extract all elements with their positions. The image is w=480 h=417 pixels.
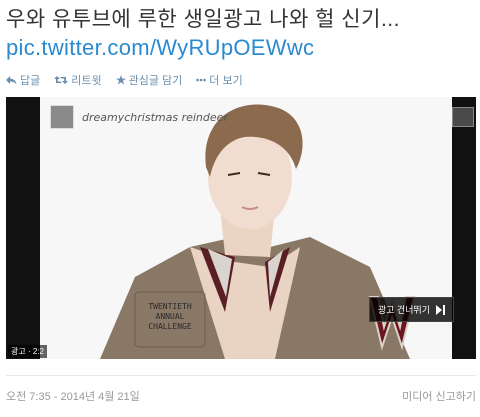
tweet-actions: 답글 리트윗 관심글 담기 더 보기 (6, 72, 243, 88)
more-button[interactable]: 더 보기 (196, 72, 243, 88)
skip-ad-button[interactable]: 광고 건너뛰기 (368, 297, 454, 322)
svg-text:TWENTIETH: TWENTIETH (148, 302, 192, 311)
reply-button[interactable]: 답글 (6, 72, 40, 88)
corner-thumbnail[interactable] (452, 107, 474, 127)
svg-text:CHALLENGE: CHALLENGE (148, 322, 192, 331)
channel-avatar[interactable] (50, 105, 74, 129)
retweet-icon (54, 75, 69, 85)
channel-header[interactable]: dreamychristmas reindeer (50, 105, 228, 129)
svg-text:ANNUAL: ANNUAL (156, 312, 185, 321)
skip-icon (436, 304, 445, 315)
more-icon (196, 78, 207, 82)
tweet-body: 우와 유투브에 루한 생일광고 나와 헐 신기... (6, 8, 400, 31)
report-media-link[interactable]: 미디어 신고하기 (402, 388, 476, 404)
timestamp[interactable]: 오전 7:35 - 2014년 4월 21일 (6, 388, 140, 404)
media-player[interactable]: TWENTIETH ANNUAL CHALLENGE dreamychristm… (6, 97, 476, 359)
reply-label: 답글 (20, 75, 41, 87)
ad-tag: 광고 · 2:2 (8, 345, 47, 358)
channel-name[interactable]: dreamychristmas reindeer (82, 111, 228, 124)
retweet-button[interactable]: 리트윗 (54, 72, 102, 88)
divider (6, 375, 476, 376)
favorite-button[interactable]: 관심글 담기 (115, 72, 183, 88)
retweet-label: 리트윗 (71, 75, 102, 87)
more-label: 더 보기 (209, 75, 243, 87)
reply-icon (6, 75, 17, 85)
skip-ad-label: 광고 건너뛰기 (377, 305, 430, 315)
tweet-footer: 오전 7:35 - 2014년 4월 21일 미디어 신고하기 (6, 388, 476, 404)
tweet-text: 우와 유투브에 루한 생일광고 나와 헐 신기... pic.twitter.c… (6, 6, 476, 62)
tweet-media-link[interactable]: pic.twitter.com/WyRUpOEWwc (6, 34, 476, 62)
star-icon (115, 75, 126, 85)
favorite-label: 관심글 담기 (128, 75, 183, 87)
